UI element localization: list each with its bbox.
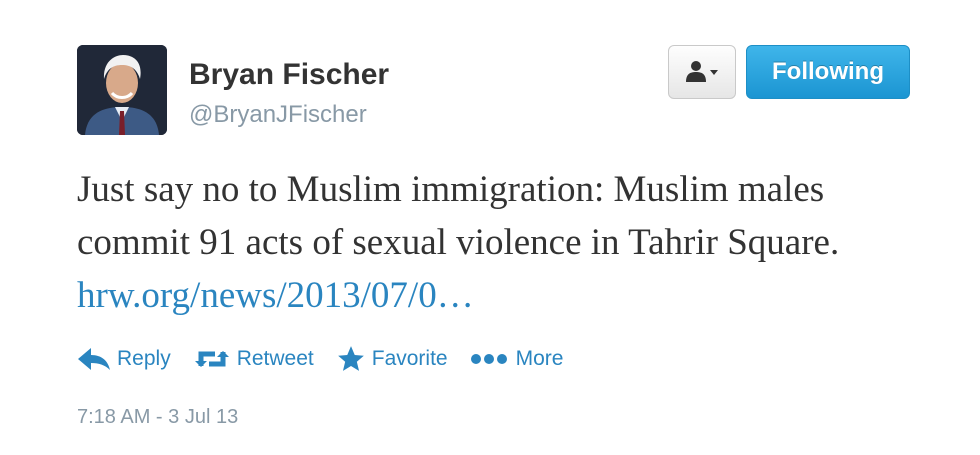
tweet-card: Bryan Fischer @BryanJFischer Following J… xyxy=(0,0,980,455)
timestamp[interactable]: 7:18 AM - 3 Jul 13 xyxy=(77,406,238,429)
retweet-label: Retweet xyxy=(236,347,314,370)
tweet-text: Just say no to Muslim immigration: Musli… xyxy=(77,163,937,322)
reply-arrow-icon xyxy=(78,348,110,370)
reply-action[interactable]: Reply xyxy=(77,347,171,371)
more-action[interactable]: More xyxy=(470,347,564,371)
following-button[interactable]: Following xyxy=(746,45,910,99)
tweet-actions: Reply Retweet Favorite More xyxy=(77,343,585,375)
star-icon xyxy=(337,346,364,371)
person-caret-icon xyxy=(686,61,718,82)
tweet-body: Just say no to Muslim immigration: Musli… xyxy=(77,169,840,263)
avatar[interactable] xyxy=(77,45,167,135)
profile-photo xyxy=(77,45,167,135)
retweet-icon xyxy=(194,351,229,367)
more-label: More xyxy=(515,347,564,370)
tweet-link[interactable]: hrw.org/news/2013/07/0… xyxy=(77,275,474,316)
reply-label: Reply xyxy=(117,347,171,370)
dots-icon xyxy=(470,354,507,364)
user-name[interactable]: Bryan Fischer xyxy=(189,58,389,92)
user-handle[interactable]: @BryanJFischer xyxy=(189,101,367,129)
favorite-action[interactable]: Favorite xyxy=(336,345,448,373)
favorite-label: Favorite xyxy=(371,347,448,370)
retweet-action[interactable]: Retweet xyxy=(193,347,314,371)
user-actions-dropdown-button[interactable] xyxy=(668,45,736,99)
